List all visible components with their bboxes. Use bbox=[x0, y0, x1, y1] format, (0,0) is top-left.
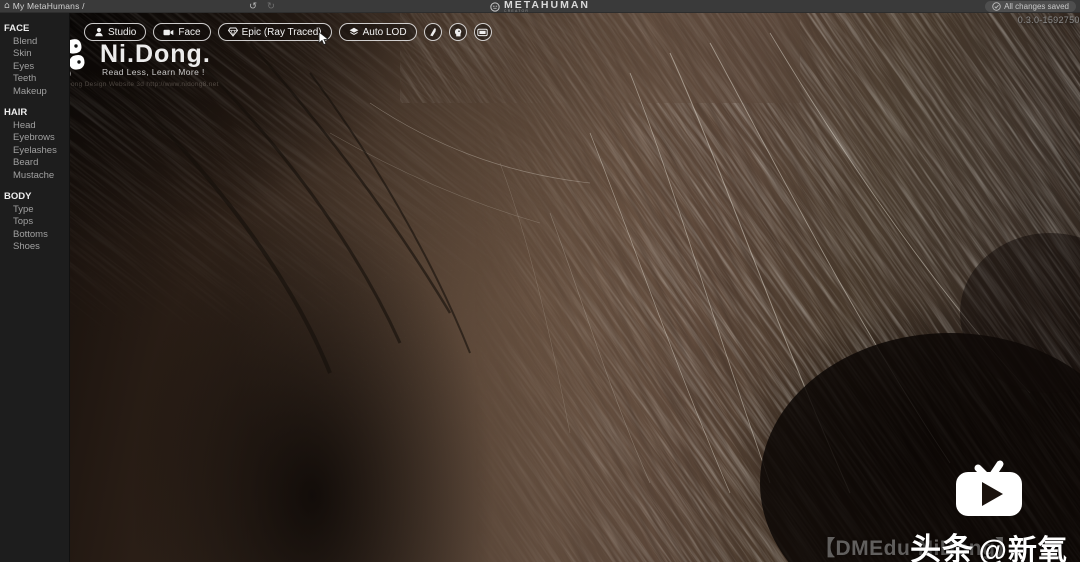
home-icon[interactable]: ⌂ bbox=[4, 0, 10, 13]
auto-lod-label: Auto LOD bbox=[362, 26, 407, 38]
save-status-label: All changes saved bbox=[1004, 2, 1069, 11]
sidebar-item-head[interactable]: Head bbox=[0, 120, 69, 133]
logo-subtext: CREATOR bbox=[503, 9, 530, 13]
section-title-face: FACE bbox=[4, 23, 30, 34]
channel-watermark: 头条 @新氧 bbox=[904, 455, 1074, 562]
check-circle-icon bbox=[992, 2, 1001, 11]
monitor-icon bbox=[477, 28, 488, 36]
section-title-hair: HAIR bbox=[4, 107, 28, 118]
top-bar: ⌂ My MetaHumans / ↺ ↻ METAHUMAN CREATOR … bbox=[0, 0, 1080, 13]
sidebar-item-bottoms[interactable]: Bottoms bbox=[0, 229, 69, 242]
redo-button[interactable]: ↻ bbox=[267, 0, 275, 13]
screen-view-button[interactable] bbox=[473, 23, 492, 41]
viewport-toolbar: Studio Face Epic (Ray Traced) Auto LOD bbox=[84, 23, 492, 41]
video-camera-icon bbox=[163, 29, 174, 35]
sidebar-item-shoes[interactable]: Shoes bbox=[0, 241, 69, 254]
person-bust-icon bbox=[95, 27, 103, 37]
face-label: Face bbox=[178, 26, 201, 38]
breadcrumb[interactable]: My MetaHumans / bbox=[13, 1, 85, 11]
channel-name: 头条 bbox=[910, 532, 975, 562]
metahuman-creator-window: ⌂ My MetaHumans / ↺ ↻ METAHUMAN CREATOR … bbox=[0, 0, 1080, 562]
quality-label: Epic (Ray Traced) bbox=[241, 26, 322, 38]
sidebar-item-beard[interactable]: Beard bbox=[0, 157, 69, 170]
auto-lod-button[interactable]: Auto LOD bbox=[338, 23, 417, 41]
head-profile-icon bbox=[454, 28, 461, 37]
sidebar-item-eyelashes[interactable]: Eyelashes bbox=[0, 145, 69, 158]
lod-layers-icon bbox=[349, 27, 359, 35]
sidebar: FACE Blend Skin Eyes Teeth Makeup HAIR H… bbox=[0, 13, 70, 562]
build-version: 0.3.0-15927503 bbox=[1017, 15, 1080, 25]
studio-lighting-button[interactable]: Studio bbox=[84, 23, 147, 41]
sidebar-item-eyebrows[interactable]: Eyebrows bbox=[0, 132, 69, 145]
face-camera-button[interactable]: Face bbox=[153, 23, 211, 41]
sidebar-item-mustache[interactable]: Mustache bbox=[0, 170, 69, 183]
sidebar-item-blend[interactable]: Blend bbox=[0, 36, 69, 49]
sidebar-section-face: FACE Blend Skin Eyes Teeth Makeup bbox=[0, 23, 69, 98]
preview-animation-button[interactable] bbox=[448, 23, 467, 41]
sidebar-item-type[interactable]: Type bbox=[0, 204, 69, 217]
gem-icon bbox=[227, 27, 238, 37]
tv-play-icon bbox=[956, 460, 1022, 516]
sidebar-section-hair: HAIR Head Eyebrows Eyelashes Beard Musta… bbox=[0, 107, 69, 182]
watermark-site: Ni.Dong Design Website 3d http://www.nid… bbox=[57, 81, 219, 88]
quality-button[interactable]: Epic (Ray Traced) bbox=[217, 23, 332, 41]
watermark-brand: Ni.Dong. bbox=[100, 40, 211, 68]
watermark-tagline: Read Less, Learn More ! bbox=[102, 67, 205, 77]
undo-button[interactable]: ↺ bbox=[249, 0, 257, 13]
sidebar-item-teeth[interactable]: Teeth bbox=[0, 73, 69, 86]
logo-wordmark: METAHUMAN bbox=[503, 0, 591, 11]
sidebar-item-tops[interactable]: Tops bbox=[0, 216, 69, 229]
sidebar-item-eyes[interactable]: Eyes bbox=[0, 61, 69, 74]
studio-label: Studio bbox=[108, 26, 137, 38]
channel-handle: @新氧 bbox=[978, 535, 1068, 562]
sidebar-item-skin[interactable]: Skin bbox=[0, 48, 69, 61]
save-status-badge: All changes saved bbox=[985, 1, 1076, 12]
metahuman-logo-icon bbox=[490, 1, 500, 12]
sidebar-section-body: BODY Type Tops Bottoms Shoes bbox=[0, 191, 69, 254]
sculpt-tool-button[interactable] bbox=[423, 23, 442, 41]
brush-icon bbox=[429, 28, 436, 37]
sidebar-item-makeup[interactable]: Makeup bbox=[0, 86, 69, 99]
section-title-body: BODY bbox=[4, 191, 32, 202]
metahuman-logo: METAHUMAN CREATOR bbox=[0, 0, 1080, 13]
